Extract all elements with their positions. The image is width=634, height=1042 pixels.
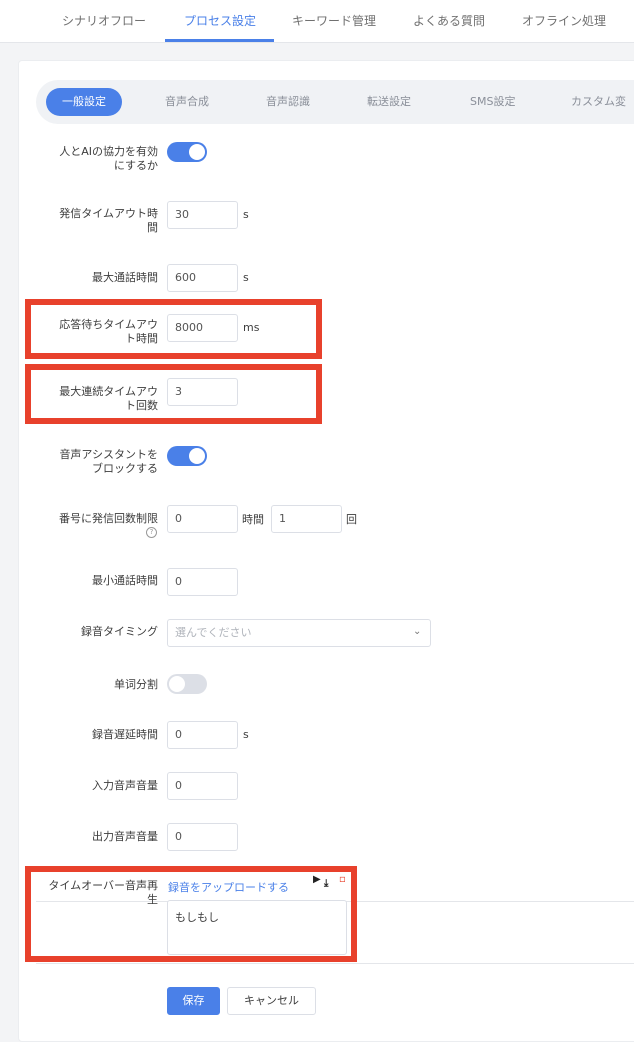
call-limit-label: 番号に発信回数制限: [59, 512, 158, 525]
call-limit-count-unit: 回: [346, 513, 357, 526]
save-button[interactable]: 保存: [167, 987, 220, 1015]
toggle-knob: [189, 144, 205, 160]
top-navigation: シナリオフロー プロセス設定 キーワード管理 よくある質問 オフライン処理: [0, 0, 634, 43]
record-delay-label: 録音遅延時間: [92, 728, 158, 741]
subtab-sms[interactable]: SMS設定: [470, 80, 515, 124]
tab-scenario-flow[interactable]: シナリオフロー: [62, 12, 146, 29]
active-tab-indicator: [165, 39, 274, 42]
subtab-transfer[interactable]: 転送設定: [367, 80, 411, 124]
max-call-time-input[interactable]: 600: [167, 264, 238, 292]
call-limit-count-input[interactable]: 1: [271, 505, 342, 533]
call-timeout-input[interactable]: 30: [167, 201, 238, 229]
block-assistant-toggle[interactable]: [167, 446, 207, 466]
tab-keyword-management[interactable]: キーワード管理: [292, 12, 376, 29]
word-split-label: 单词分割: [114, 678, 158, 691]
word-split-toggle[interactable]: [167, 674, 207, 694]
tab-faq[interactable]: よくある質問: [413, 12, 485, 29]
call-timeout-label-line1: 発信タイムアウト時: [59, 207, 158, 220]
highlight-box-max-consecutive: [25, 364, 322, 424]
call-limit-hours-input[interactable]: 0: [167, 505, 238, 533]
highlight-box-timeover-play: [25, 866, 357, 962]
max-call-time-unit: s: [243, 271, 249, 284]
subtab-general[interactable]: 一般設定: [46, 88, 122, 116]
subtab-speech-recognition[interactable]: 音声認識: [266, 80, 310, 124]
chevron-down-icon: ⌄: [413, 626, 422, 637]
subtab-custom-variables[interactable]: カスタム変: [571, 80, 626, 124]
highlight-box-answer-wait: [25, 299, 322, 359]
call-limit-hours-unit: 時間: [242, 513, 264, 526]
output-volume-input[interactable]: 0: [167, 823, 238, 851]
help-icon[interactable]: ?: [146, 527, 157, 538]
output-volume-label: 出力音声音量: [92, 830, 158, 843]
subtab-speech-synthesis[interactable]: 音声合成: [165, 80, 209, 124]
human-ai-label: 人とAIの協力を有効 にするか: [36, 145, 158, 173]
toggle-knob: [189, 448, 205, 464]
input-volume-input[interactable]: 0: [167, 772, 238, 800]
call-timeout-label: 発信タイムアウト時 間: [36, 207, 158, 235]
settings-subtabs: 一般設定 音声合成 音声認識 転送設定 SMS設定 カスタム変: [36, 80, 634, 124]
call-timeout-label-line2: 間: [147, 221, 158, 234]
tab-offline-processing[interactable]: オフライン処理: [522, 12, 606, 29]
human-ai-label-line2: にするか: [113, 159, 158, 172]
tab-process-settings[interactable]: プロセス設定: [184, 12, 256, 29]
record-delay-input[interactable]: 0: [167, 721, 238, 749]
record-timing-label: 録音タイミング: [81, 625, 158, 638]
toggle-knob: [169, 676, 185, 692]
human-ai-toggle[interactable]: [167, 142, 207, 162]
max-call-time-label: 最大通話時間: [92, 271, 158, 284]
block-assistant-label-line2: ブロックする: [92, 462, 158, 475]
block-assistant-label: 音声アシスタントを ブロックする: [36, 448, 158, 476]
divider: [36, 963, 634, 964]
input-volume-label: 入力音声音量: [92, 779, 158, 792]
record-timing-select[interactable]: 選んでください: [167, 619, 431, 647]
block-assistant-label-line1: 音声アシスタントを: [59, 448, 158, 461]
min-call-time-label: 最小通話時間: [92, 574, 158, 587]
record-delay-unit: s: [243, 728, 249, 741]
cancel-button[interactable]: キャンセル: [227, 987, 316, 1015]
call-timeout-unit: s: [243, 208, 249, 221]
human-ai-label-line1: 人とAIの協力を有効: [59, 145, 158, 158]
min-call-time-input[interactable]: 0: [167, 568, 238, 596]
